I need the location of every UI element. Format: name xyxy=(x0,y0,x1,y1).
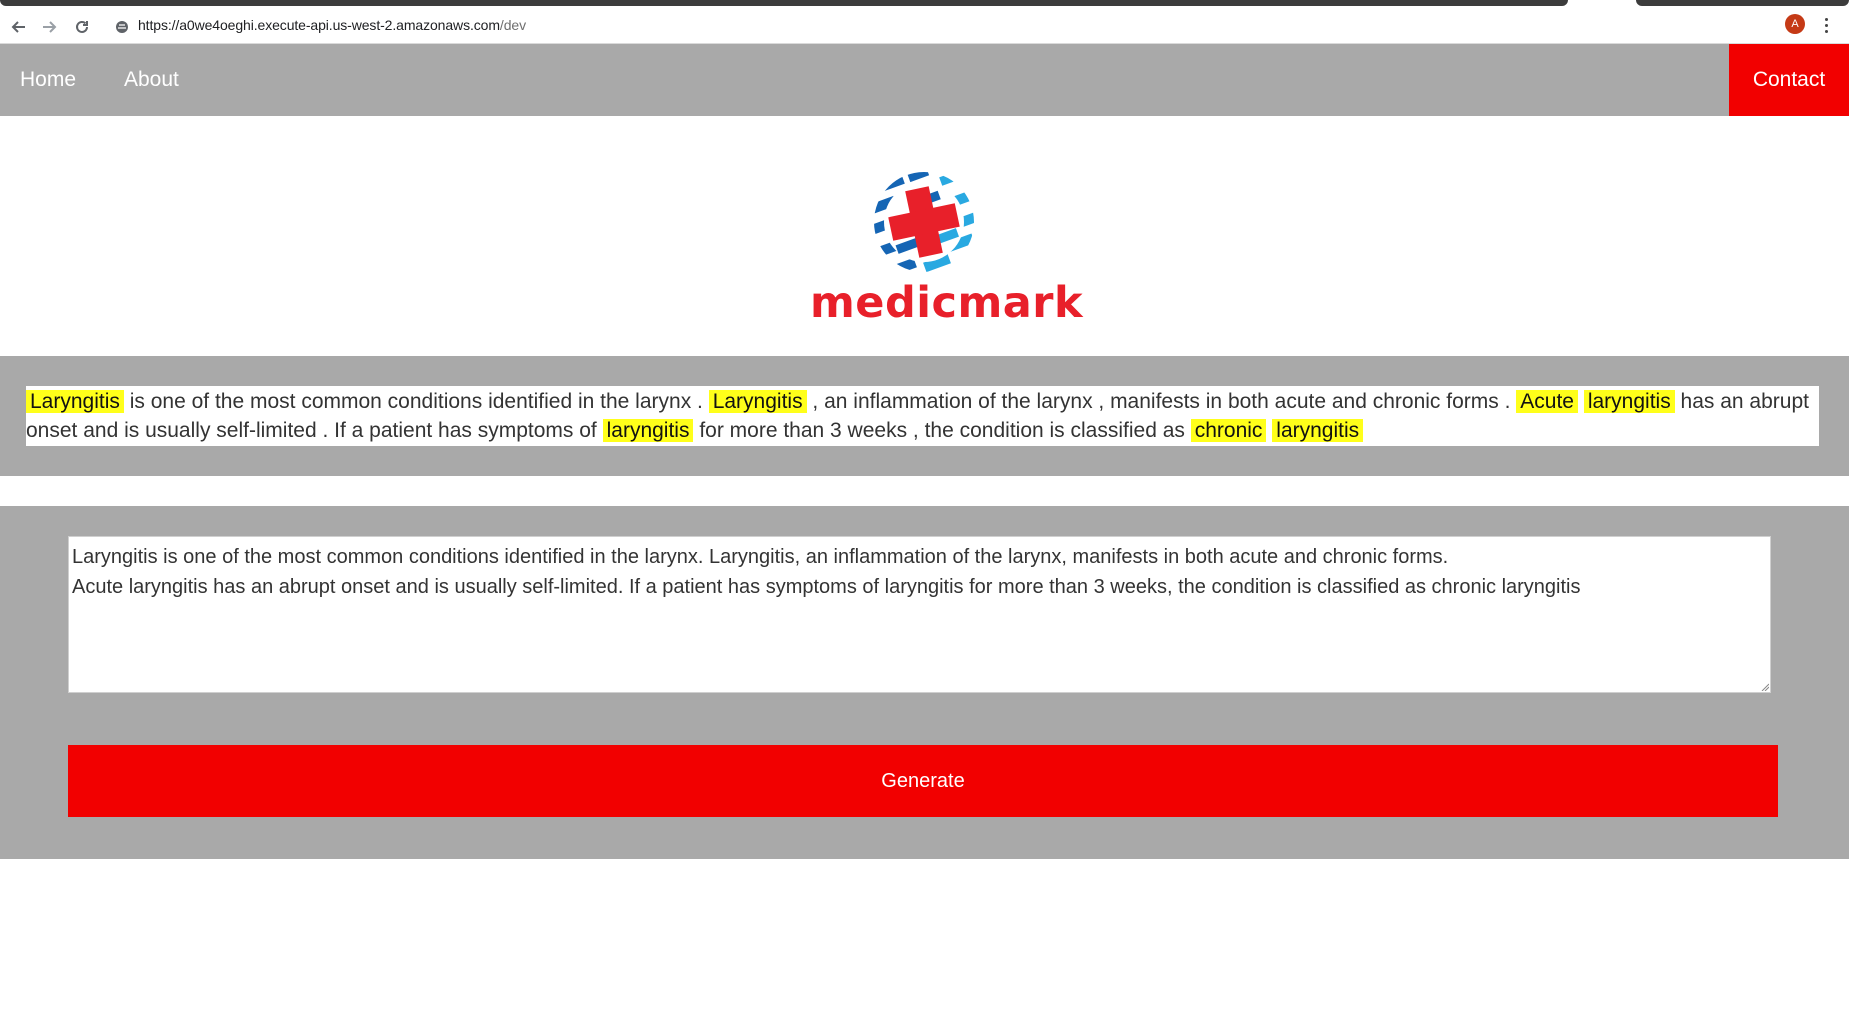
plain-text-segment xyxy=(1578,390,1584,413)
address-bar-url[interactable]: https://a0we4oeghi.execute-api.us-west-2… xyxy=(138,17,526,33)
highlighted-term: chronic xyxy=(1190,419,1267,442)
url-main: https://a0we4oeghi.execute-api.us-west-2… xyxy=(138,17,500,33)
plain-text-segment: , an inflammation of the larynx , manife… xyxy=(806,390,1517,413)
highlight-section: Laryngitis is one of the most common con… xyxy=(0,356,1849,476)
profile-avatar[interactable]: A xyxy=(1785,14,1805,34)
highlighted-term: laryngitis xyxy=(1583,390,1675,413)
nav-home-link[interactable]: Home xyxy=(20,44,76,116)
nav-about-link[interactable]: About xyxy=(124,44,179,116)
generate-button[interactable]: Generate xyxy=(68,745,1778,817)
site-navbar: Home About Contact xyxy=(0,44,1849,116)
medical-text-input[interactable]: Laryngitis is one of the most common con… xyxy=(68,536,1771,693)
resize-grip-icon[interactable] xyxy=(1761,683,1769,691)
reload-icon[interactable] xyxy=(71,16,93,38)
back-arrow-icon[interactable] xyxy=(8,16,30,38)
url-path: /dev xyxy=(499,17,526,33)
site-info-icon[interactable] xyxy=(111,16,133,38)
highlighted-term: laryngitis xyxy=(1272,419,1364,442)
plain-text-segment: is one of the most common conditions ide… xyxy=(123,390,709,413)
forward-arrow-icon[interactable] xyxy=(38,16,60,38)
highlighted-term: Laryngitis xyxy=(708,390,807,413)
browser-toolbar: https://a0we4oeghi.execute-api.us-west-2… xyxy=(0,6,1849,44)
highlighted-term: Acute xyxy=(1516,390,1578,413)
nav-contact-link[interactable]: Contact xyxy=(1729,44,1849,116)
medicmark-logo: medicmark xyxy=(810,160,1084,330)
plain-text-segment: for more than 3 weeks , the condition is… xyxy=(693,419,1191,442)
input-form-section: Laryngitis is one of the most common con… xyxy=(0,506,1849,859)
highlighted-term: laryngitis xyxy=(602,419,694,442)
globe-cross-icon xyxy=(874,172,974,272)
highlighted-output: Laryngitis is one of the most common con… xyxy=(26,386,1819,446)
highlighted-term: Laryngitis xyxy=(26,390,124,413)
browser-menu-icon[interactable] xyxy=(1822,14,1830,36)
logo-wordmark: medicmark xyxy=(810,278,1084,328)
